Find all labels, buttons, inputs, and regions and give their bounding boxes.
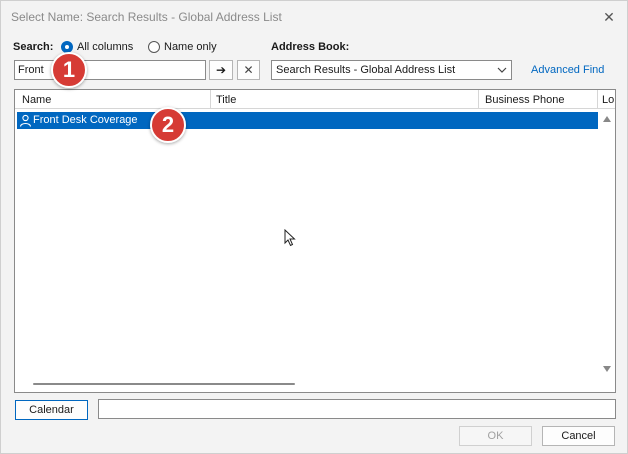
row-name: Front Desk Coverage — [33, 114, 138, 126]
ok-button[interactable]: OK — [459, 426, 532, 446]
title-bar: Select Name: Search Results - Global Add… — [1, 1, 627, 33]
column-divider[interactable] — [478, 90, 479, 109]
address-book-label: Address Book: — [271, 41, 350, 53]
column-header-title[interactable]: Title — [216, 94, 236, 106]
dialog-title: Select Name: Search Results - Global Add… — [11, 10, 282, 24]
column-header-name[interactable]: Name — [22, 94, 51, 106]
horizontal-scroll-thumb[interactable] — [33, 383, 295, 385]
list-header: Name Title Business Phone Lo — [15, 90, 615, 109]
chevron-down-icon — [497, 67, 507, 73]
column-header-business-phone[interactable]: Business Phone — [485, 94, 565, 106]
scroll-up-icon[interactable] — [603, 116, 611, 122]
selected-recipients-field[interactable] — [98, 399, 616, 419]
clear-icon: ✕ — [243, 63, 254, 77]
search-input[interactable] — [14, 60, 206, 80]
clear-search-button[interactable]: ✕ — [237, 60, 260, 80]
radio-unchecked-icon — [148, 41, 160, 53]
horizontal-scrollbar[interactable] — [15, 376, 599, 392]
close-icon[interactable]: ✕ — [599, 7, 619, 27]
radio-all-columns-label: All columns — [77, 41, 134, 53]
address-book-dropdown[interactable]: Search Results - Global Address List — [271, 60, 512, 80]
step-badge-2: 2 — [150, 107, 186, 143]
column-divider[interactable] — [210, 90, 211, 109]
advanced-find-link[interactable]: Advanced Find — [531, 64, 604, 76]
table-row[interactable]: Front Desk Coverage — [17, 112, 598, 129]
scroll-down-icon[interactable] — [603, 366, 611, 372]
cancel-button[interactable]: Cancel — [542, 426, 615, 446]
select-name-dialog: Select Name: Search Results - Global Add… — [0, 0, 628, 454]
search-label: Search: — [13, 41, 54, 53]
address-book-selected: Search Results - Global Address List — [276, 64, 456, 76]
column-header-location[interactable]: Lo — [602, 94, 614, 106]
person-icon — [19, 114, 32, 127]
vertical-scrollbar[interactable] — [599, 110, 615, 376]
mouse-cursor-icon — [284, 229, 296, 247]
step-badge-1: 1 — [51, 52, 87, 88]
go-button[interactable]: ➔ — [209, 60, 233, 80]
column-divider[interactable] — [597, 90, 598, 109]
arrow-right-icon: ➔ — [215, 63, 227, 77]
radio-name-only-label: Name only — [164, 41, 217, 53]
results-list: Name Title Business Phone Lo Front Desk … — [14, 89, 616, 393]
radio-name-only[interactable]: Name only — [148, 40, 217, 54]
calendar-button[interactable]: Calendar — [15, 400, 88, 420]
